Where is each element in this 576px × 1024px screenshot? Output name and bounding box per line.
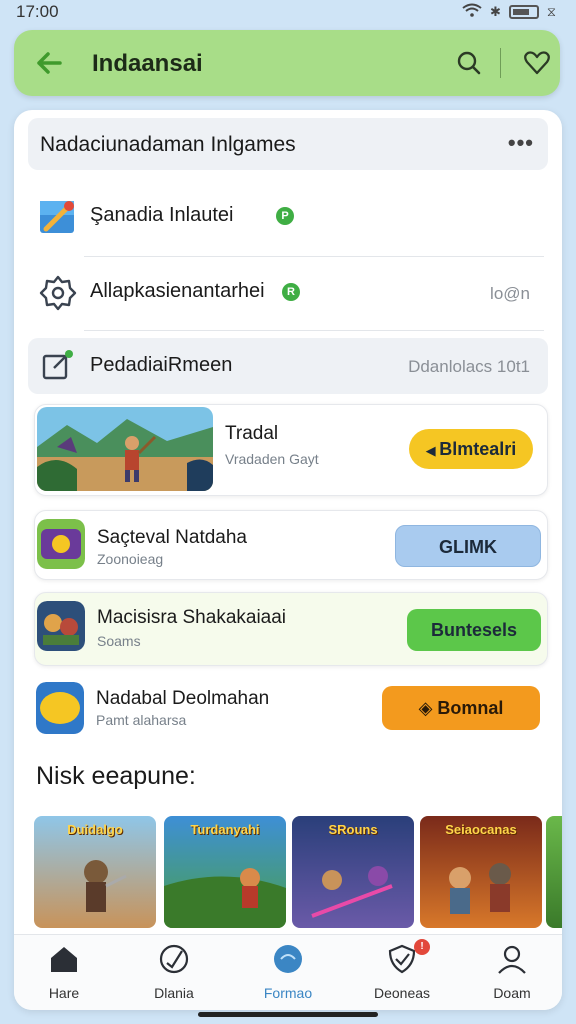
status-icons: ✱ ⧖: [462, 3, 556, 20]
search-button[interactable]: [454, 48, 484, 78]
recent-thumb-2[interactable]: Turdanyahi: [164, 816, 286, 928]
nav-profile[interactable]: Doam: [462, 935, 562, 1010]
divider: [84, 256, 544, 257]
settings-row-value: lo@n: [490, 284, 530, 303]
back-button[interactable]: [32, 46, 66, 80]
game-name: Saçteval Natdaha: [97, 527, 247, 548]
heart-icon: [524, 51, 550, 75]
bottom-navigation: Hare Dlania Formao ! Deoneas Doam: [14, 934, 562, 1010]
app-header: Indaansai: [14, 30, 560, 96]
profile-icon: [498, 945, 526, 974]
wand-icon: [38, 197, 78, 237]
edit-box-icon: [40, 348, 76, 384]
recent-thumb-1[interactable]: Duidalgo: [34, 816, 156, 928]
play-icon: ◀: [425, 443, 440, 458]
game-3-button-label: Bomnal: [437, 698, 504, 718]
game-2-button[interactable]: Buntesels: [407, 609, 541, 651]
game-subtitle: Soams: [97, 633, 141, 649]
more-options-button[interactable]: •••: [508, 130, 534, 156]
featured-game-thumbnail: [37, 407, 213, 491]
game-card-3[interactable]: Nadabal Deolmahan Pamt alaharsa ◈ Bomnal: [34, 676, 548, 752]
status-bar: 17:00 ✱ ⧖: [0, 0, 576, 26]
nav-label: Formao: [263, 985, 313, 1001]
nav-label: Deoneas: [373, 985, 431, 1001]
recent-thumbnails: Duidalgo Turdanyahi SRouns Seiaocanas: [34, 816, 562, 932]
bluetooth-icon: ✱: [489, 3, 501, 19]
status-dot-icon: R: [282, 283, 300, 301]
battery-icon: [508, 4, 539, 19]
featured-game-card[interactable]: Tradal Vradaden Gayt ◀ Blmtealri: [34, 404, 548, 496]
settings-row-label: PedadiaiRmeen: [90, 354, 233, 376]
app-icon: [274, 945, 302, 973]
featured-game-subtitle: Vradaden Gayt: [225, 451, 319, 467]
nav-tab-2[interactable]: Dlania: [124, 935, 224, 1010]
nav-tab-4[interactable]: ! Deoneas: [352, 935, 452, 1010]
featured-play-button-label: Blmtealri: [439, 439, 517, 459]
section-header: Nadaciunadaman Inlgames •••: [28, 118, 548, 170]
nav-label: Doam: [493, 985, 531, 1001]
nav-tab-3[interactable]: Formao: [238, 935, 338, 1010]
featured-play-button[interactable]: ◀ Blmtealri: [409, 429, 533, 469]
page-title: Indaansai: [92, 50, 203, 77]
gear-icon: [38, 273, 78, 313]
game-name: Macisisra Shakakaiaai: [97, 607, 287, 628]
game-3-thumbnail: [36, 682, 84, 734]
header-divider: [500, 48, 501, 78]
game-subtitle: Pamt alaharsa: [96, 712, 187, 728]
divider: [84, 330, 544, 331]
game-card-2[interactable]: Macisisra Shakakaiaai Soams Buntesels: [34, 592, 548, 666]
status-dot-icon: P: [276, 207, 294, 225]
game-3-button[interactable]: ◈ Bomnal: [382, 686, 540, 730]
recent-thumb-3[interactable]: SRouns: [292, 816, 414, 928]
search-icon: [457, 51, 481, 75]
recent-thumb-4[interactable]: Seiaocanas: [420, 816, 542, 928]
settings-row-1[interactable]: Şanadia Inlautei P: [28, 182, 548, 252]
section-title: Nadaciunadaman Inlgames: [40, 133, 296, 156]
game-2-thumbnail: [37, 601, 85, 651]
nav-home[interactable]: Hare: [14, 935, 114, 1010]
recent-thumb-5[interactable]: [546, 816, 562, 928]
settings-row-3[interactable]: PedadiaiRmeen Ddanlolacs 10t1: [28, 338, 548, 394]
settings-row-value: Ddanlolacs 10t1: [408, 357, 530, 376]
game-card-1[interactable]: Saçteval Natdaha Zoonoieag GLIMK: [34, 510, 548, 580]
game-1-thumbnail: [37, 519, 85, 569]
favorite-button[interactable]: [522, 48, 552, 78]
main-card: Nadaciunadaman Inlgames ••• Şanadia Inla…: [14, 110, 562, 1010]
home-icon: [51, 947, 77, 972]
game-name: Nadabal Deolmahan: [96, 688, 270, 709]
wifi-icon: [462, 3, 482, 20]
settings-row-label: Allapkasienantarhei: [90, 280, 265, 302]
recent-section-title: Nisk eeapune:: [36, 762, 196, 790]
featured-game-name: Tradal: [225, 423, 279, 444]
nav-label: Hare: [48, 985, 80, 1001]
nav-label: Dlania: [154, 985, 194, 1001]
game-subtitle: Zoonoieag: [97, 551, 164, 567]
arrow-left-icon: [37, 52, 62, 74]
diamond-icon: ◈: [418, 698, 438, 718]
settings-row-2[interactable]: Allapkasienantarhei R lo@n: [28, 258, 548, 328]
status-time: 17:00: [16, 2, 59, 21]
notification-badge: !: [414, 939, 430, 955]
check-circle-icon: [159, 944, 189, 974]
home-indicator[interactable]: [198, 1012, 378, 1017]
game-1-button[interactable]: GLIMK: [395, 525, 541, 567]
settings-row-label: Şanadia Inlautei: [90, 204, 234, 226]
signal-icon: ⧖: [546, 3, 556, 19]
